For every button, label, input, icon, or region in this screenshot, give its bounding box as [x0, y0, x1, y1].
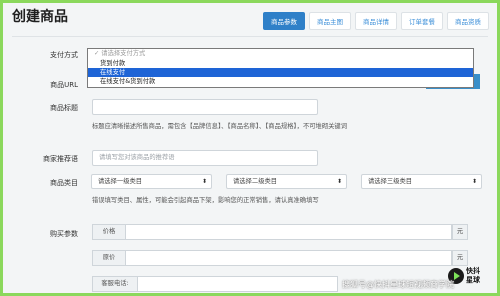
payment-placeholder: ✓ 请选择支付方式 [94, 50, 146, 57]
price-input[interactable] [126, 224, 452, 240]
service-phone-input[interactable] [138, 276, 338, 292]
price-addon: 价格 [92, 224, 126, 240]
category-label: 商品类目 [50, 179, 78, 187]
original-price-addon: 原价 [92, 250, 126, 266]
tab-product-details[interactable]: 商品详情 [355, 12, 397, 30]
page-title: 创建商品 [12, 9, 68, 25]
logo-text-line2: 星球 [466, 276, 480, 284]
category-level3-select[interactable]: 请选择三级类目 ⬍ [361, 174, 482, 189]
original-price-input[interactable] [126, 250, 452, 266]
title-input[interactable] [92, 99, 318, 115]
payment-dropdown[interactable]: ✓ 请选择支付方式 货到付款 在线支付 在线支付&货到付款 [87, 48, 474, 88]
service-phone-addon: 客服电话: [92, 276, 138, 292]
tab-main-image[interactable]: 商品主图 [309, 12, 351, 30]
header-divider [12, 36, 488, 37]
title-help: 标题应清晰描述所售商品，需包含【品牌信息】、【商品名称】、【商品规格】，不可堆砌… [92, 123, 348, 130]
price-unit: 元 [452, 224, 468, 240]
tab-product-params[interactable]: 商品参数 [263, 12, 305, 30]
tab-order-package[interactable]: 订单套餐 [401, 12, 443, 30]
payment-option-both[interactable]: 在线支付&货到付款 [88, 77, 473, 86]
category-help: 错误填写类目、属性，可能会引起商品下架，影响您的正常销售，请认真准确填写 [92, 197, 319, 204]
payment-label: 支付方式 [50, 51, 78, 59]
recommend-input[interactable]: 请填写您对该商品的推荐语 [92, 150, 318, 166]
title-label: 商品标题 [50, 104, 78, 112]
category-level3-value: 请选择三级类目 [368, 178, 413, 185]
payment-option-cod[interactable]: 货到付款 [88, 59, 473, 68]
watermark-text: 搜狐号@快抖星球短视频商学院 [342, 280, 454, 289]
recommend-label: 商家推荐语 [43, 155, 78, 163]
chevron-updown-icon: ⬍ [336, 178, 342, 185]
chevron-updown-icon: ⬍ [201, 178, 207, 185]
category-level1-select[interactable]: 请选择一级类目 ⬍ [91, 174, 212, 189]
tab-bar: 商品参数 商品主图 商品详情 订单套餐 商品资质 [263, 12, 493, 30]
category-level2-select[interactable]: 请选择二级类目 ⬍ [226, 174, 347, 189]
category-level1-value: 请选择一级类目 [98, 178, 143, 185]
url-label: 商品URL [50, 81, 78, 89]
payment-option-online[interactable]: 在线支付 [88, 68, 473, 77]
purchase-label: 购买参数 [50, 230, 78, 238]
category-level2-value: 请选择二级类目 [233, 178, 278, 185]
chevron-updown-icon: ⬍ [471, 178, 477, 185]
tab-qualification[interactable]: 商品资质 [447, 12, 489, 30]
